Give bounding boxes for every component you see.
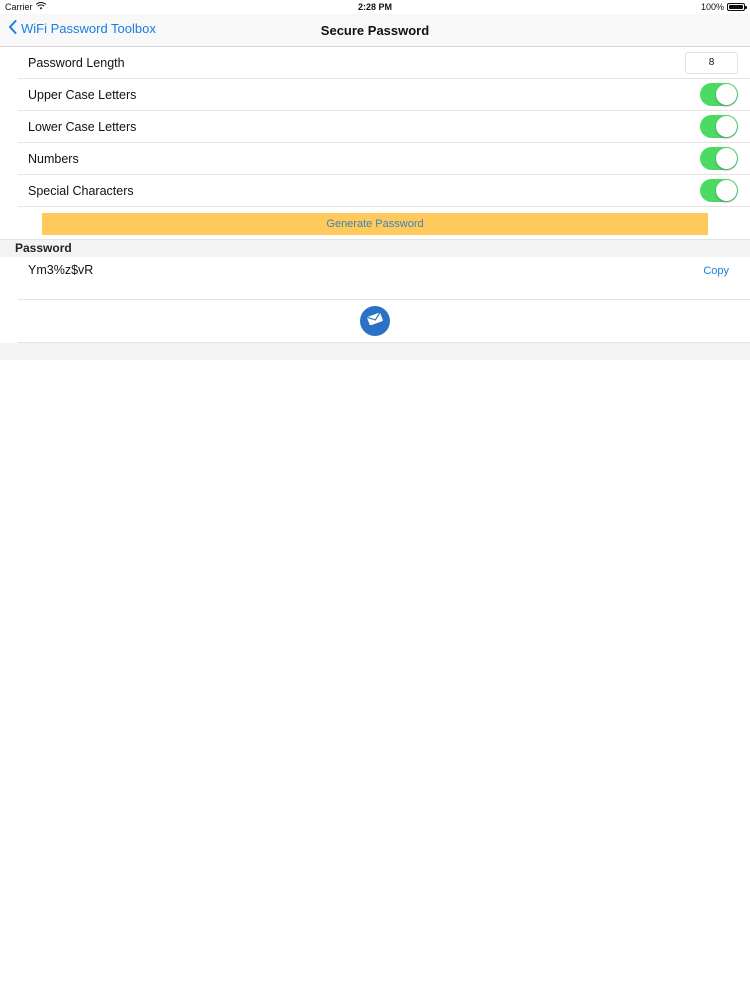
special-characters-label: Special Characters bbox=[28, 183, 134, 198]
lower-case-toggle[interactable] bbox=[700, 115, 738, 138]
battery-icon bbox=[727, 3, 747, 11]
numbers-row: Numbers bbox=[18, 143, 750, 175]
special-characters-toggle[interactable] bbox=[700, 179, 738, 202]
numbers-toggle[interactable] bbox=[700, 147, 738, 170]
battery-indicator: 100% bbox=[700, 2, 747, 12]
copy-button[interactable]: Copy bbox=[703, 265, 729, 277]
settings-list: Password Length 8 Upper Case Letters Low… bbox=[0, 47, 750, 207]
generate-row: Generate Password bbox=[0, 208, 750, 240]
generate-password-button[interactable]: Generate Password bbox=[42, 213, 708, 235]
mail-share-button[interactable] bbox=[360, 306, 390, 336]
password-row: Ym3%z$vR Copy bbox=[0, 257, 750, 300]
upper-case-label: Upper Case Letters bbox=[28, 87, 137, 102]
status-bar: Carrier 2:28 PM 100% bbox=[0, 0, 750, 14]
mail-icon bbox=[367, 312, 383, 330]
lower-case-label: Lower Case Letters bbox=[28, 119, 137, 134]
footer-band bbox=[0, 343, 750, 360]
upper-case-row: Upper Case Letters bbox=[18, 79, 750, 111]
password-length-field[interactable]: 8 bbox=[685, 52, 738, 74]
password-length-label: Password Length bbox=[28, 55, 125, 70]
lower-case-row: Lower Case Letters bbox=[18, 111, 750, 143]
password-section-header: Password bbox=[0, 240, 750, 257]
password-length-row: Password Length 8 bbox=[18, 47, 750, 79]
special-characters-row: Special Characters bbox=[18, 175, 750, 207]
navigation-bar: WiFi Password Toolbox Secure Password bbox=[0, 14, 750, 47]
generated-password: Ym3%z$vR bbox=[28, 263, 94, 277]
share-row bbox=[0, 300, 750, 343]
upper-case-toggle[interactable] bbox=[700, 83, 738, 106]
page-title: Secure Password bbox=[320, 23, 430, 38]
status-time: 2:28 PM bbox=[357, 2, 392, 12]
password-section-title: Password bbox=[15, 241, 72, 255]
battery-percent: 100% bbox=[700, 2, 724, 12]
numbers-label: Numbers bbox=[28, 151, 79, 166]
